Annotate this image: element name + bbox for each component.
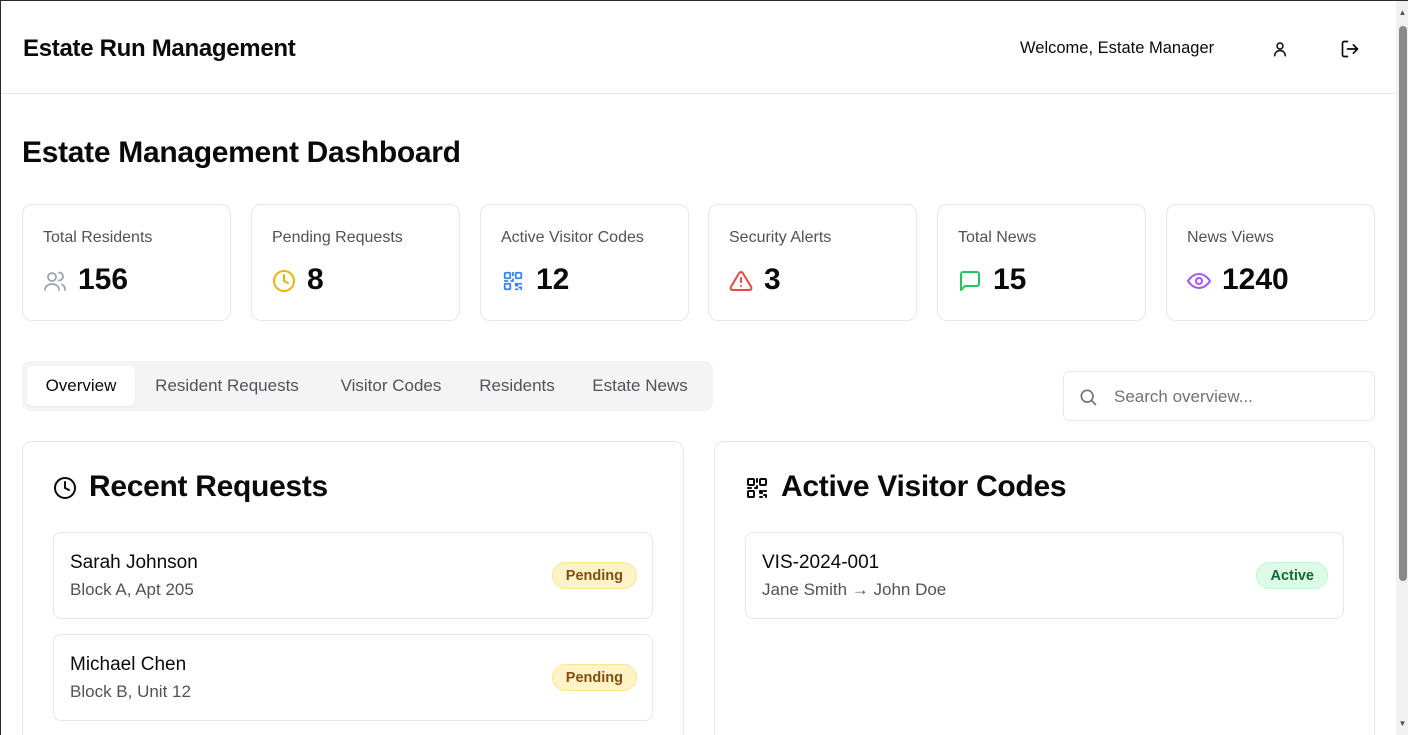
app-window: Estate Run Management Welcome, Estate Ma… (0, 0, 1408, 735)
recent-requests-panel: Recent Requests Sarah Johnson Block A, A… (22, 441, 684, 735)
clock-icon (272, 269, 296, 293)
stat-label: Total News (958, 229, 1037, 246)
request-location: Block A, Apt 205 (70, 580, 194, 599)
visitor-code: VIS-2024-001 (762, 552, 880, 573)
message-square-icon (958, 269, 982, 293)
panel-title: Recent Requests (89, 470, 328, 503)
stat-card-active-visitor-codes: Active Visitor Codes 12 (480, 204, 689, 321)
tab-visitor-codes[interactable]: Visitor Codes (322, 366, 460, 406)
request-name: Sarah Johnson (70, 552, 198, 573)
tab-resident-requests[interactable]: Resident Requests (138, 366, 316, 406)
tab-list: Overview Resident Requests Visitor Codes… (22, 361, 713, 411)
tab-overview[interactable]: Overview (27, 366, 135, 406)
stat-card-total-news: Total News 15 (937, 204, 1146, 321)
profile-button[interactable] (1263, 32, 1297, 66)
stat-value: 3 (764, 263, 781, 296)
stat-value: 15 (993, 263, 1027, 296)
scrollbar-thumb[interactable] (1399, 26, 1407, 581)
top-navbar: Estate Run Management Welcome, Estate Ma… (2, 2, 1396, 94)
request-item[interactable]: Sarah Johnson Block A, Apt 205 Pending (53, 532, 653, 619)
search-box (1063, 371, 1375, 421)
logout-button[interactable] (1333, 32, 1367, 66)
qr-code-icon (501, 269, 525, 293)
request-location: Block B, Unit 12 (70, 682, 191, 701)
status-badge: Pending (551, 562, 637, 589)
users-icon (43, 269, 67, 293)
user-icon (1274, 42, 1286, 57)
visitor-code-item[interactable]: VIS-2024-001 Jane Smith → John Doe Activ… (745, 532, 1344, 619)
stat-value: 1240 (1222, 263, 1289, 296)
stat-label: Pending Requests (272, 229, 403, 246)
tab-estate-news[interactable]: Estate News (577, 366, 703, 406)
alert-triangle-icon (729, 269, 753, 293)
stat-label: Security Alerts (729, 229, 832, 246)
stat-label: Active Visitor Codes (501, 229, 644, 246)
visitor-route: Jane Smith → John Doe (762, 580, 947, 599)
active-visitor-codes-panel: Active Visitor Codes VIS-2024-001 Jane S… (714, 441, 1375, 735)
qr-code-icon (745, 476, 769, 500)
stat-label: Total Residents (43, 229, 153, 246)
page-scrollbar[interactable]: ▲ ▼ (1396, 1, 1408, 735)
clock-icon (53, 476, 77, 500)
stat-card-news-views: News Views 1240 (1166, 204, 1375, 321)
stat-label: News Views (1187, 229, 1274, 246)
search-icon (1078, 387, 1098, 407)
stat-card-security-alerts: Security Alerts 3 (708, 204, 917, 321)
search-input[interactable] (1114, 384, 1364, 410)
stat-card-total-residents: Total Residents 156 (22, 204, 231, 321)
stat-value: 156 (78, 263, 129, 296)
stat-value: 12 (536, 263, 570, 296)
stat-card-pending-requests: Pending Requests 8 (251, 204, 460, 321)
status-badge: Pending (551, 664, 637, 691)
scroll-up-arrow-icon[interactable]: ▲ (1398, 8, 1407, 18)
panel-title: Active Visitor Codes (781, 470, 1067, 503)
request-item[interactable]: Michael Chen Block B, Unit 12 Pending (53, 634, 653, 721)
welcome-text: Welcome, Estate Manager (1020, 39, 1215, 57)
stat-value: 8 (307, 263, 324, 296)
page-title: Estate Management Dashboard (22, 136, 461, 169)
eye-icon (1187, 269, 1211, 293)
logout-icon (1341, 40, 1359, 58)
tab-residents[interactable]: Residents (466, 366, 568, 406)
scroll-down-arrow-icon[interactable]: ▼ (1398, 719, 1407, 729)
status-badge: Active (1256, 562, 1328, 589)
request-name: Michael Chen (70, 654, 187, 675)
app-title: Estate Run Management (23, 35, 296, 62)
